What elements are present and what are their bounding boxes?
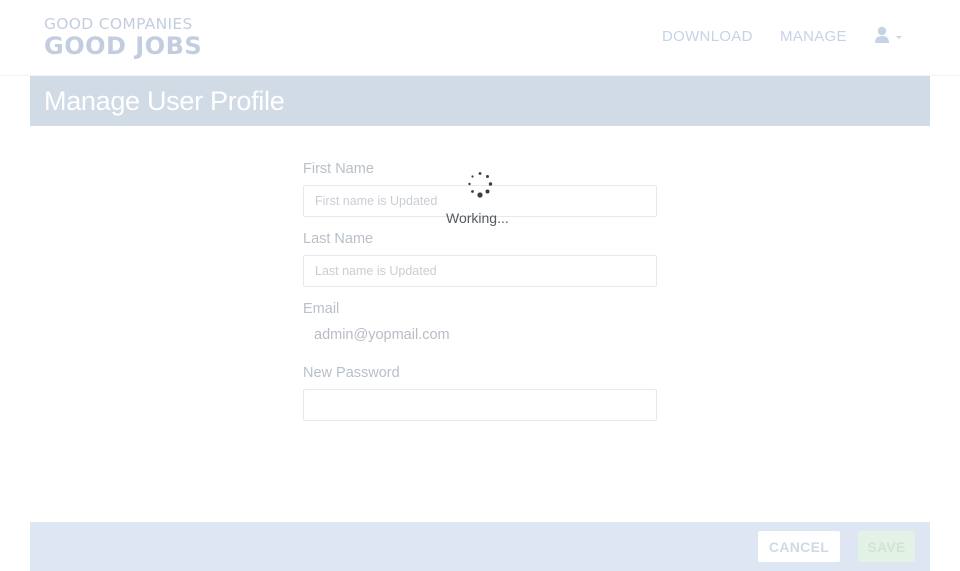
brand-logo[interactable]: GOOD COMPANIES GOOD JOBS	[44, 16, 202, 60]
cancel-button[interactable]: CANCEL	[758, 531, 840, 562]
user-menu[interactable]	[874, 26, 906, 48]
first-name-label: First Name	[303, 161, 374, 177]
brand-line-1: GOOD COMPANIES	[44, 15, 193, 33]
page-title: Manage User Profile	[44, 86, 285, 116]
nav-manage-link[interactable]: MANAGE	[780, 28, 847, 45]
last-name-input[interactable]	[303, 255, 657, 287]
new-password-label: New Password	[303, 365, 400, 381]
new-password-input[interactable]	[303, 389, 657, 421]
last-name-label: Last Name	[303, 231, 374, 247]
email-label: Email	[303, 301, 340, 317]
navbar: GOOD COMPANIES GOOD JOBS DOWNLOAD MANAGE	[0, 0, 960, 76]
page-header: Manage User Profile	[30, 76, 930, 126]
user-icon	[875, 26, 889, 43]
save-button[interactable]: SAVE	[858, 531, 915, 562]
loading-text: Working...	[446, 210, 509, 226]
email-value: admin@yopmail.com	[314, 327, 450, 343]
loading-spinner-icon	[468, 172, 493, 198]
brand-line-2: GOOD JOBS	[44, 32, 203, 60]
nav-download-link[interactable]: DOWNLOAD	[662, 28, 753, 45]
chevron-down-icon	[896, 36, 902, 39]
